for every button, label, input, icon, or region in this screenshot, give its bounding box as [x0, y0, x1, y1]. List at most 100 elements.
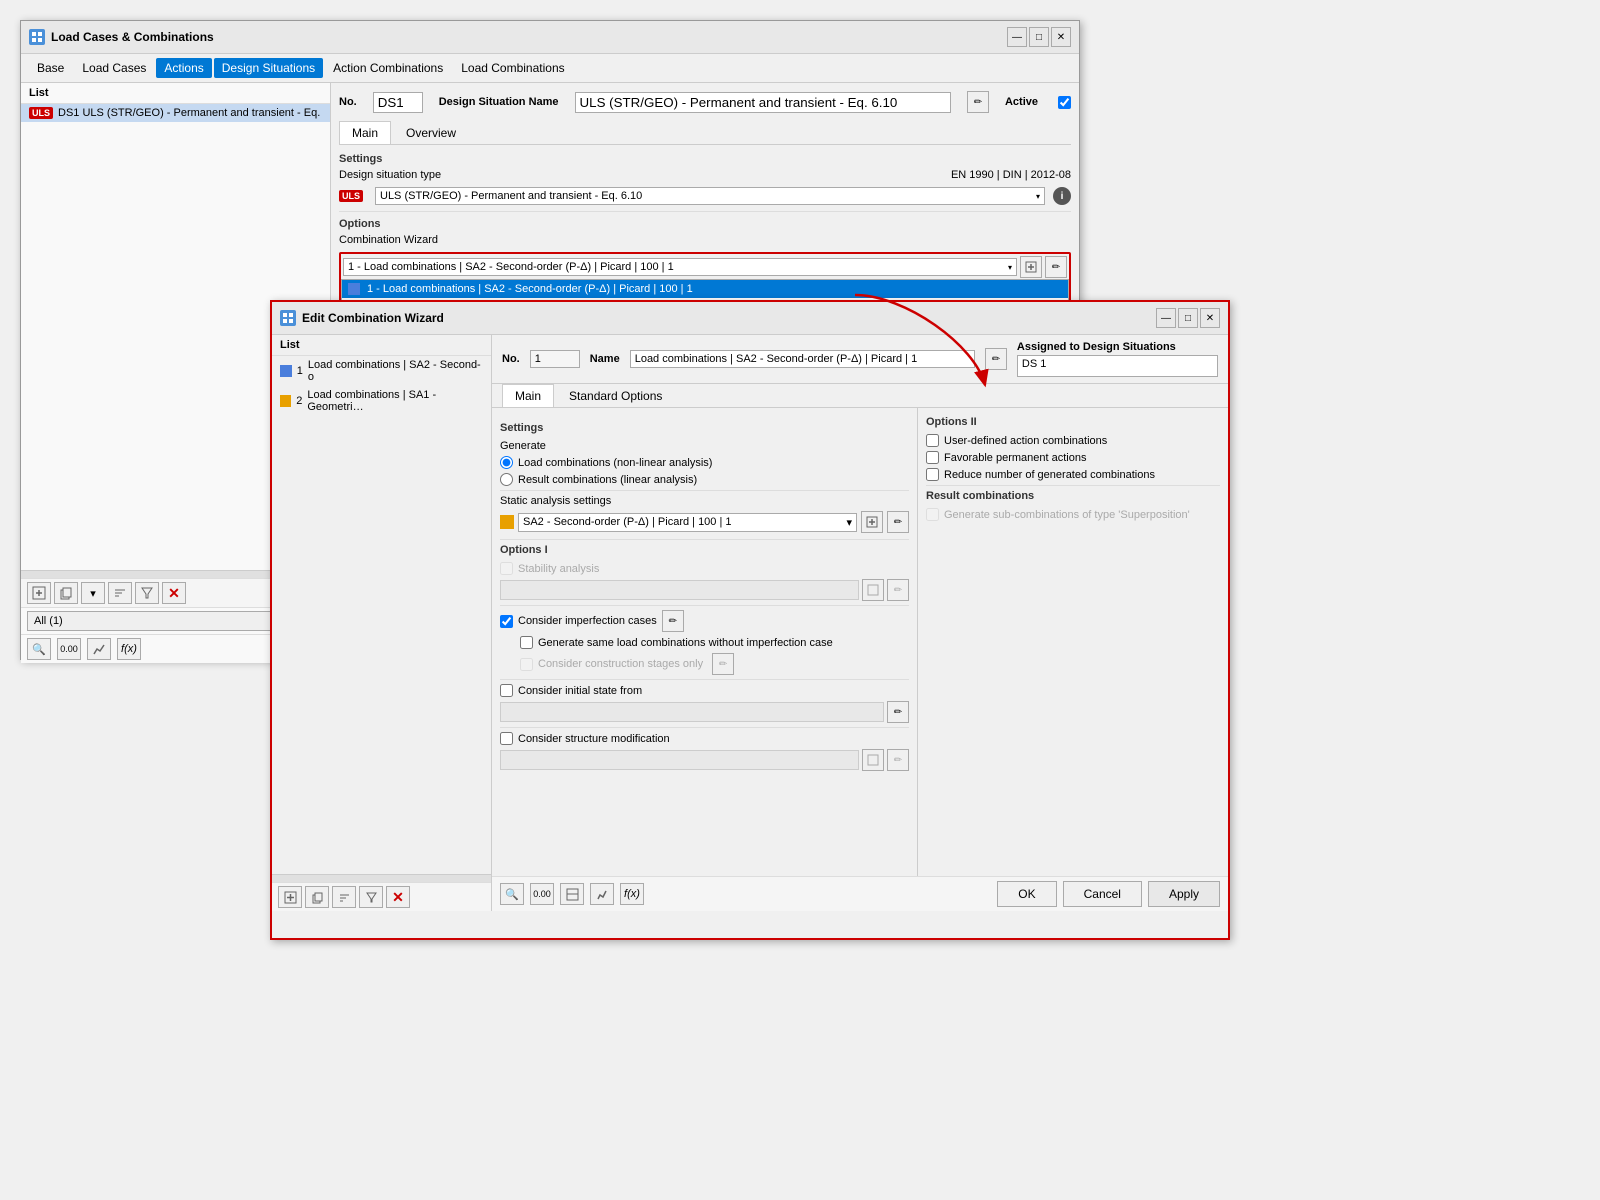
stability-btn-1[interactable] — [862, 579, 884, 601]
combo-opt-1[interactable]: 1 - Load combinations | SA2 - Second-ord… — [342, 280, 1068, 298]
sa-chevron-icon: ▾ — [846, 516, 852, 529]
edit-name-dialog-btn[interactable]: ✏ — [985, 348, 1007, 370]
zero-button-left[interactable]: 0.00 — [57, 638, 81, 660]
edit-maximize-button[interactable]: □ — [1178, 308, 1198, 328]
apply-button[interactable]: Apply — [1148, 881, 1220, 907]
edit-minimize-button[interactable]: — — [1156, 308, 1176, 328]
imperfection-checkbox[interactable] — [500, 615, 513, 628]
list-item-ds1[interactable]: ULS DS1 ULS (STR/GEO) - Permanent and tr… — [21, 104, 330, 122]
favorable-checkbox[interactable] — [926, 451, 939, 464]
edit-name-button[interactable]: ✏ — [967, 91, 989, 113]
generate-sub-checkbox[interactable] — [926, 508, 939, 521]
radio-load-combinations[interactable] — [500, 456, 513, 469]
sa-dropdown[interactable]: SA2 - Second-order (P-Δ) | Picard | 100 … — [518, 513, 857, 532]
info-icon[interactable]: i — [1053, 187, 1071, 205]
stability-btn-2[interactable]: ✏ — [887, 579, 909, 601]
active-checkbox[interactable] — [1058, 96, 1071, 109]
edit-close-button[interactable]: ✕ — [1200, 308, 1220, 328]
delete-button[interactable]: ✕ — [162, 582, 186, 604]
dialog-tab-main[interactable]: Main — [502, 384, 554, 407]
dialog-search-btn[interactable]: 🔍 — [500, 883, 524, 905]
tab-main[interactable]: Main — [339, 121, 391, 144]
radio-result-combinations[interactable] — [500, 473, 513, 486]
structure-mod-label: Consider structure modification — [518, 733, 670, 745]
initial-state-field — [500, 702, 884, 722]
dialog-formula-btn[interactable]: f(x) — [620, 883, 644, 905]
stability-row: Stability analysis — [500, 562, 909, 575]
dialog-sort-btn[interactable] — [332, 886, 356, 908]
menu-action-combinations[interactable]: Action Combinations — [325, 58, 451, 78]
combo-edit-button[interactable]: ✏ — [1045, 256, 1067, 278]
same-load-checkbox[interactable] — [520, 636, 533, 649]
initial-state-checkbox[interactable] — [500, 684, 513, 697]
dialog-list-item-2[interactable]: 2 Load combinations | SA1 - Geometri… — [272, 386, 491, 416]
dialog-zero-btn[interactable]: 0.00 — [530, 883, 554, 905]
graph-button-left[interactable] — [87, 638, 111, 660]
sa-color-icon — [500, 515, 514, 529]
dialog-tab-standard[interactable]: Standard Options — [556, 384, 675, 407]
formula-button-left[interactable]: f(x) — [117, 638, 141, 660]
copy-dropdown-button[interactable]: ▾ — [81, 582, 105, 604]
sort-button[interactable] — [108, 582, 132, 604]
list-item-text: DS1 ULS (STR/GEO) - Permanent and transi… — [58, 107, 320, 119]
initial-state-btn[interactable]: ✏ — [887, 701, 909, 723]
options-title: Options — [339, 218, 1071, 230]
search-button-left[interactable]: 🔍 — [27, 638, 51, 660]
cancel-button[interactable]: Cancel — [1063, 881, 1142, 907]
ok-button[interactable]: OK — [997, 881, 1056, 907]
radio-result-combo-row: Result combinations (linear analysis) — [500, 473, 909, 486]
construction-edit-btn[interactable]: ✏ — [712, 653, 734, 675]
filter-button[interactable] — [135, 582, 159, 604]
dialog-graph-btn[interactable] — [590, 883, 614, 905]
maximize-button[interactable]: □ — [1029, 27, 1049, 47]
minimize-button[interactable]: — — [1007, 27, 1027, 47]
struct-btn-1[interactable] — [862, 749, 884, 771]
imperfection-edit-btn[interactable]: ✏ — [662, 610, 684, 632]
stability-checkbox[interactable] — [500, 562, 513, 575]
dialog-view-btn[interactable] — [560, 883, 584, 905]
menu-design-situations[interactable]: Design Situations — [214, 58, 323, 78]
dialog-left-panel: List 1 Load combinations | SA2 - Second-… — [272, 335, 492, 911]
menu-load-combinations[interactable]: Load Combinations — [453, 58, 572, 78]
menu-actions[interactable]: Actions — [156, 58, 211, 78]
combo-wizard-dropdown[interactable]: 1 - Load combinations | SA2 - Second-ord… — [343, 258, 1017, 276]
no-input-dialog[interactable] — [530, 350, 580, 368]
sa-dropdown-text: SA2 - Second-order (P-Δ) | Picard | 100 … — [523, 516, 732, 528]
stability-field-row: ✏ — [500, 579, 909, 601]
no-label: No. — [339, 96, 357, 108]
same-load-row: Generate same load combinations without … — [520, 636, 909, 649]
options-i-title: Options I — [500, 544, 909, 556]
settings-title-dialog: Settings — [500, 422, 909, 434]
tab-overview[interactable]: Overview — [393, 121, 469, 144]
menu-base[interactable]: Base — [29, 58, 72, 78]
sa-new-btn[interactable] — [861, 511, 883, 533]
copy-button[interactable] — [54, 582, 78, 604]
menu-load-cases[interactable]: Load Cases — [74, 58, 154, 78]
sa-edit-btn[interactable]: ✏ — [887, 511, 909, 533]
initial-state-row: Consider initial state from — [500, 684, 909, 697]
user-defined-checkbox[interactable] — [926, 434, 939, 447]
uls-dropdown[interactable]: ULS (STR/GEO) - Permanent and transient … — [375, 187, 1045, 205]
construction-checkbox[interactable] — [520, 658, 533, 671]
structure-mod-checkbox[interactable] — [500, 732, 513, 745]
reduce-checkbox[interactable] — [926, 468, 939, 481]
favorable-row: Favorable permanent actions — [926, 451, 1220, 464]
dialog-list-item-1[interactable]: 1 Load combinations | SA2 - Second-o — [272, 356, 491, 386]
dialog-delete-btn[interactable]: ✕ — [386, 886, 410, 908]
generate-label-row: Generate — [500, 438, 909, 452]
generate-sub-row: Generate sub-combinations of type 'Super… — [926, 508, 1220, 521]
name-input-dialog[interactable] — [630, 350, 975, 368]
dst-label: Design situation type — [339, 169, 469, 181]
dialog-list-hscroll[interactable] — [272, 874, 491, 882]
close-button[interactable]: ✕ — [1051, 27, 1071, 47]
combo-new-button[interactable] — [1020, 256, 1042, 278]
reduce-row: Reduce number of generated combinations — [926, 468, 1220, 481]
struct-btn-2[interactable]: ✏ — [887, 749, 909, 771]
new-button[interactable] — [27, 582, 51, 604]
construction-label: Consider construction stages only — [538, 658, 703, 670]
ds-name-input[interactable] — [575, 92, 951, 113]
dialog-new-btn[interactable] — [278, 886, 302, 908]
dialog-filter-btn[interactable] — [359, 886, 383, 908]
ds-no-input[interactable] — [373, 92, 423, 113]
dialog-copy-btn[interactable] — [305, 886, 329, 908]
